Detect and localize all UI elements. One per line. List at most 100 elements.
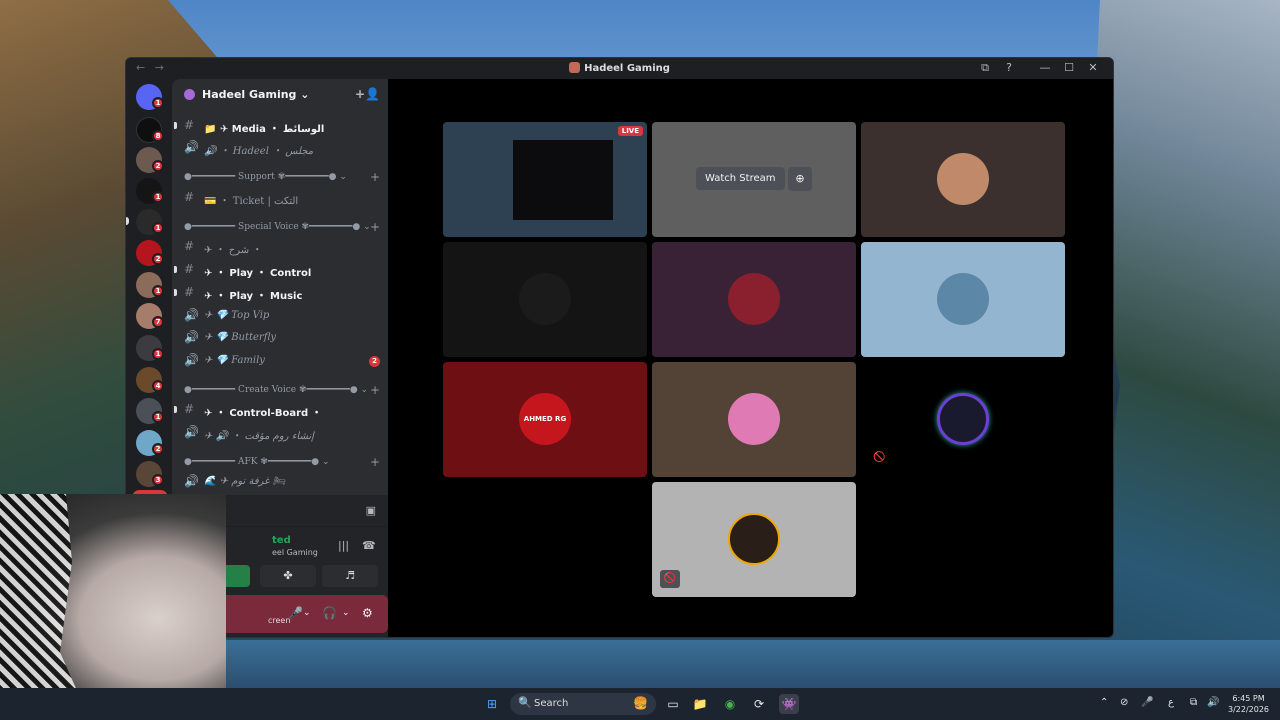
channel-label: ✈ 💎 Family [204,355,265,366]
participant-avatar [937,153,989,205]
participant-tile[interactable] [861,122,1065,237]
channel-item[interactable]: # 💳 ・ Ticket | التكت [172,188,388,208]
volume-icon[interactable]: 🔊 [1207,697,1219,708]
taskbar-search[interactable]: 🔍 Search 🍔 [510,693,656,715]
noise-suppression-icon[interactable]: ||| [338,539,349,552]
chevron-down-icon[interactable]: ⌄ [303,608,311,618]
channel-item[interactable]: # ✈ ・ Play ・ Music [172,283,388,303]
participant-tile[interactable]: AHMED RG [443,362,647,477]
input-language-icon[interactable]: ع [1168,697,1174,708]
clock[interactable]: 6:45 PM 3/22/2026 [1228,693,1269,715]
voice-channel-icon: 🔊 [184,353,199,367]
disconnect-icon[interactable]: ☎ [362,539,376,552]
participant-avatar [519,273,571,325]
rail-badge: 1 [152,411,164,423]
channel-label: ✈ 💎 Butterfly [204,332,277,343]
app-icon[interactable]: ⟳ [749,694,769,714]
stream-preview [513,140,613,220]
text-channel-icon: # [184,262,195,276]
participant-avatar [728,513,780,565]
add-channel-icon[interactable]: + [370,383,380,397]
channel-item[interactable]: # ✈ ・ Play ・ Control [172,260,388,280]
maximize-button[interactable]: ☐ [1057,61,1081,74]
rail-badge: 1 [152,191,164,203]
activity-button[interactable]: ✤ [260,565,316,587]
stream-tile-live[interactable]: LIVE [443,122,647,237]
participant-tile[interactable] [861,242,1065,357]
participant-tile[interactable] [652,242,856,357]
chevron-down-icon[interactable]: ⌄ [342,608,350,618]
participant-tile[interactable]: 🚫 [652,482,856,597]
channel-label: ✈ ・ Play ・ Music [204,291,303,302]
soundboard-icon: ♬ [345,569,355,582]
channel-label: ✈ ・ شرح ・ [204,245,263,256]
add-channel-icon[interactable]: + [370,220,380,234]
inbox-icon[interactable]: ⧉ [973,61,997,75]
tray-mic-icon[interactable]: 🎤 [1141,697,1153,708]
live-badge: LIVE [617,126,643,136]
muted-icon: 🚫 [873,452,886,463]
search-icon: 🔍 [518,696,532,709]
chrome-icon[interactable]: ◉ [720,694,740,714]
add-channel-icon[interactable]: + [370,455,380,469]
participant-tile[interactable]: 🚫 [861,362,1065,477]
add-channel-icon[interactable]: + [370,170,380,184]
screen-share-icon[interactable]: ▣ [366,504,376,517]
headphones-icon[interactable]: 🎧 [322,606,337,620]
voice-server-name: eel Gaming [272,548,318,557]
discord-taskbar-icon[interactable]: 👾 [779,694,799,714]
category-create-voice[interactable]: ●━━━━━━━━ Create Voice ✾━━━━━━━━● ⌄ + [172,383,388,399]
participant-tile[interactable] [652,362,856,477]
text-channel-icon: # [184,239,195,253]
file-explorer-icon[interactable]: 📁 [690,694,710,714]
tray-overflow-icon[interactable]: ⌃ [1100,697,1108,708]
server-header[interactable]: Hadeel Gaming ⌄ +👤 [172,79,388,111]
channel-item[interactable]: # ✈ ・ شرح ・ [172,237,388,257]
channel-item[interactable]: 🔊 ✈ 💎 Top Vip [172,306,388,326]
category-support[interactable]: ●━━━━━━━━ Support ✾━━━━━━━━● ⌄ + [172,170,388,186]
rail-badge: 2 [152,253,164,265]
settings-gear-icon[interactable]: ⚙ [362,606,373,620]
search-highlight-icon: 🍔 [633,696,648,710]
start-button[interactable]: ⊞ [482,694,502,714]
voice-channel-icon: 🔊 [184,308,199,322]
task-view-icon[interactable]: ▭ [663,694,683,714]
tray-app-icon[interactable]: ⊘ [1120,697,1128,708]
rail-badge: 7 [152,316,164,328]
channel-item[interactable]: 🔊 ✈ 💎 Family 2 [172,351,388,371]
unread-pill [126,217,129,225]
minimize-button[interactable]: — [1033,61,1057,74]
rail-badge: 4 [152,380,164,392]
soundboard-button[interactable]: ♬ [322,565,378,587]
rail-badge: 1 [152,97,164,109]
rail-badge: 2 [152,443,164,455]
watch-stream-icon[interactable]: ⊕ [788,167,812,191]
voice-status: ted [272,535,291,546]
webcam-overlay-photo [0,494,226,720]
text-channel-icon: # [184,118,195,132]
channel-item[interactable]: 🔊 ✈ 💎 Butterfly [172,328,388,348]
category-special-voice[interactable]: ●━━━━━━━━ Special Voice ✾━━━━━━━━● ⌄ + [172,220,388,236]
channel-item[interactable]: # ✈ ・ Control-Board ・ [172,400,388,420]
network-icon[interactable]: ⧉ [1190,697,1197,708]
category-afk[interactable]: ●━━━━━━━━ AFK ✾━━━━━━━━● ⌄ + [172,455,388,471]
channel-item[interactable]: 🔊 ✈ 🔊 ・ إنشاء روم مؤقت [172,423,388,443]
help-icon[interactable]: ? [997,61,1021,74]
window-title-text: Hadeel Gaming [584,63,670,74]
text-channel-icon: # [184,190,195,204]
channel-item[interactable]: 🔊 🌊 ✈ غرفة نوم 🛏 [172,472,388,492]
stream-tile[interactable]: Watch Stream ⊕ [652,122,856,237]
channel-item[interactable]: # 📁 ✈ Media ・ الوسائط [172,116,388,136]
discord-window: ← → Hadeel Gaming ⧉? — ☐ ✕ 1 8 2 1 1 2 1 7 … [125,57,1114,638]
taskbar: ⊞ 🔍 Search 🍔 ▭ 📁 ◉ ⟳ 👾 ⌃ ⊘ 🎤 ع ⧉ 🔊 6:45 … [0,688,1280,720]
close-button[interactable]: ✕ [1081,61,1105,74]
channel-item[interactable]: 🔊 🔊 ・ Hadeel ・ مجلس [172,138,388,158]
channel-label: ✈ 🔊 ・ إنشاء روم مؤقت [204,431,314,442]
rail-badge: 2 [152,160,164,172]
watch-stream-button[interactable]: Watch Stream [696,167,785,190]
participant-tile[interactable] [443,242,647,357]
invite-people-icon[interactable]: +👤 [355,87,380,101]
rail-badge: 1 [152,222,164,234]
microphone-icon[interactable]: 🎤 [288,606,303,620]
server-icon [184,89,195,100]
